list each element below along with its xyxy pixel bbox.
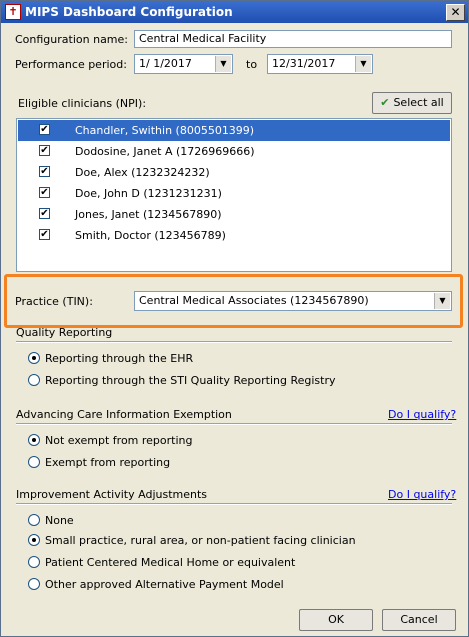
clinicians-label: Eligible clinicians (NPI): <box>18 97 147 110</box>
radio-label[interactable]: Small practice, rural area, or non-patie… <box>45 534 356 547</box>
clinician-name: Smith, Doctor (123456789) <box>75 229 226 242</box>
radio-label[interactable]: Reporting through the STI Quality Report… <box>45 374 336 387</box>
list-item[interactable]: ✔ Doe, John D (1231231231) <box>18 183 450 204</box>
select-all-label: Select all <box>393 96 444 109</box>
check-icon: ✔ <box>380 96 390 109</box>
radio-none[interactable] <box>28 514 40 526</box>
radio-label[interactable]: Not exempt from reporting <box>45 434 193 447</box>
period-start-value: 1/ 1/2017 <box>139 57 192 70</box>
improvement-qualify-link[interactable]: Do I qualify? <box>388 488 456 501</box>
radio-label[interactable]: None <box>45 514 74 527</box>
radio-label[interactable]: Patient Centered Medical Home or equival… <box>45 556 295 569</box>
performance-period-label: Performance period: <box>15 58 127 71</box>
checkbox[interactable]: ✔ <box>39 208 50 219</box>
radio-small-practice[interactable] <box>28 534 40 546</box>
cancel-button[interactable]: Cancel <box>382 609 456 631</box>
radio-reporting-ehr[interactable] <box>28 352 40 364</box>
select-all-button[interactable]: ✔ Select all <box>372 92 452 114</box>
divider <box>16 341 452 343</box>
config-name-label: Configuration name: <box>15 33 128 46</box>
checkbox[interactable]: ✔ <box>39 229 50 240</box>
practice-value: Central Medical Associates (1234567890) <box>139 294 369 307</box>
config-name-input[interactable]: Central Medical Facility <box>134 30 452 48</box>
radio-exempt[interactable] <box>28 456 40 468</box>
radio-label[interactable]: Other approved Alternative Payment Model <box>45 578 284 591</box>
quality-reporting-heading: Quality Reporting <box>16 326 113 339</box>
dialog-window: ✝ MIPS Dashboard Configuration ✕ Configu… <box>0 0 469 637</box>
period-end-picker[interactable]: 12/31/2017 ▼ <box>267 54 373 74</box>
practice-select[interactable]: Central Medical Associates (1234567890) … <box>134 291 452 311</box>
title-bar[interactable]: ✝ MIPS Dashboard Configuration ✕ <box>1 1 468 23</box>
app-icon: ✝ <box>5 4 21 20</box>
radio-label[interactable]: Reporting through the EHR <box>45 352 193 365</box>
period-start-picker[interactable]: 1/ 1/2017 ▼ <box>134 54 233 74</box>
clinician-name: Jones, Janet (1234567890) <box>75 208 222 221</box>
aci-qualify-link[interactable]: Do I qualify? <box>388 408 456 421</box>
radio-medical-home[interactable] <box>28 556 40 568</box>
chevron-down-icon[interactable]: ▼ <box>215 56 231 72</box>
radio-reporting-registry[interactable] <box>28 374 40 386</box>
clinician-name: Doe, Alex (1232324232) <box>75 166 210 179</box>
radio-alternative-payment[interactable] <box>28 578 40 590</box>
window-title: MIPS Dashboard Configuration <box>25 5 233 19</box>
list-item[interactable]: ✔ Smith, Doctor (123456789) <box>18 225 450 246</box>
chevron-down-icon[interactable]: ▼ <box>434 293 450 309</box>
checkbox[interactable]: ✔ <box>39 124 50 135</box>
clinician-name: Dodosine, Janet A (1726969666) <box>75 145 255 158</box>
improvement-activity-heading: Improvement Activity Adjustments <box>16 488 208 501</box>
list-item[interactable]: ✔ Doe, Alex (1232324232) <box>18 162 450 183</box>
list-item[interactable]: ✔ Dodosine, Janet A (1726969666) <box>18 141 450 162</box>
clinician-name: Chandler, Swithin (8005501399) <box>75 124 255 137</box>
period-end-value: 12/31/2017 <box>272 57 336 70</box>
aci-exemption-heading: Advancing Care Information Exemption <box>16 408 232 421</box>
clinician-name: Doe, John D (1231231231) <box>75 187 222 200</box>
period-to-label: to <box>246 58 258 71</box>
practice-label: Practice (TIN): <box>15 295 93 308</box>
radio-label[interactable]: Exempt from reporting <box>45 456 170 469</box>
clinicians-list[interactable]: ✔ Chandler, Swithin (8005501399) ✔ Dodos… <box>16 118 452 272</box>
divider <box>16 503 452 505</box>
close-icon[interactable]: ✕ <box>446 4 465 21</box>
checkbox[interactable]: ✔ <box>39 166 50 177</box>
list-item[interactable]: ✔ Chandler, Swithin (8005501399) <box>18 120 450 141</box>
ok-button[interactable]: OK <box>299 609 373 631</box>
checkbox[interactable]: ✔ <box>39 187 50 198</box>
checkbox[interactable]: ✔ <box>39 145 50 156</box>
chevron-down-icon[interactable]: ▼ <box>355 56 371 72</box>
divider <box>16 423 452 425</box>
radio-not-exempt[interactable] <box>28 434 40 446</box>
list-item[interactable]: ✔ Jones, Janet (1234567890) <box>18 204 450 225</box>
